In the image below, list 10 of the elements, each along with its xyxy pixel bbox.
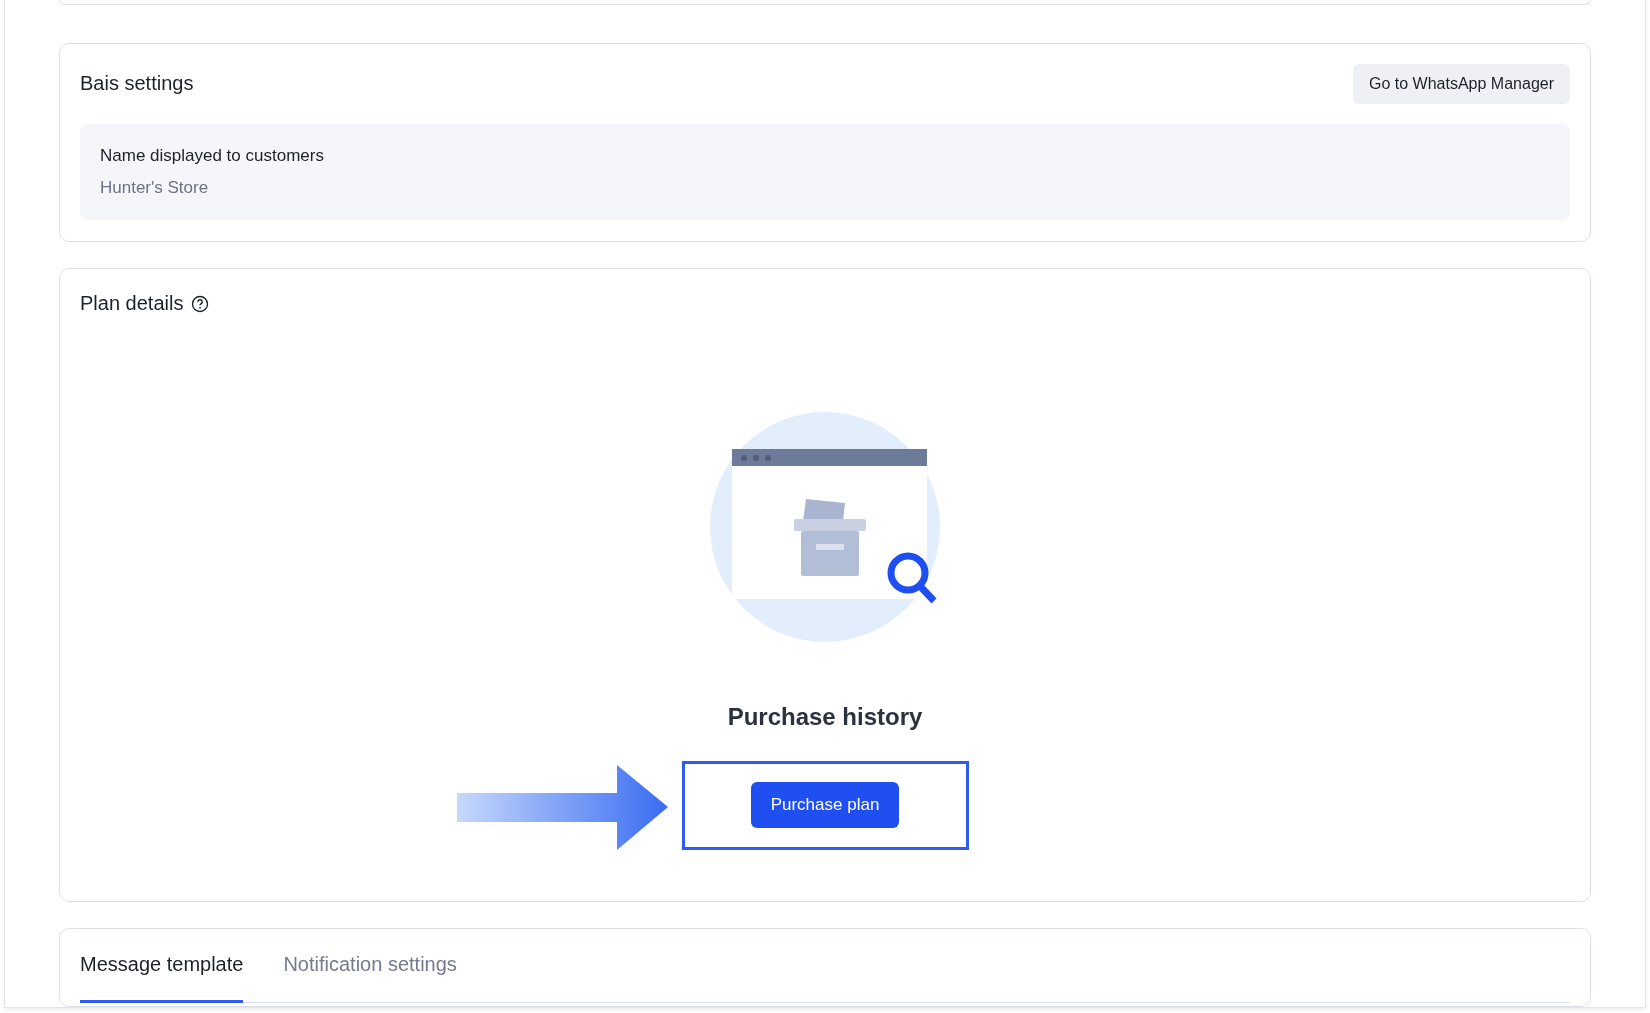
field-label: Name displayed to customers — [100, 145, 325, 166]
help-icon[interactable] — [191, 294, 210, 313]
section-title: Plan details — [80, 292, 184, 316]
tab[interactable]: Message template — [80, 952, 244, 1003]
field-value: Hunter's Store — [100, 177, 210, 198]
whatsapp-manager-button[interactable]: Go to WhatsApp Manager — [1353, 63, 1570, 104]
empty-state-title: Purchase history — [727, 702, 923, 731]
section-title: Bais settings — [80, 72, 194, 96]
purchase-plan-button[interactable]: Purchase plan — [750, 782, 900, 829]
tab[interactable]: Notification settings — [283, 952, 457, 1003]
